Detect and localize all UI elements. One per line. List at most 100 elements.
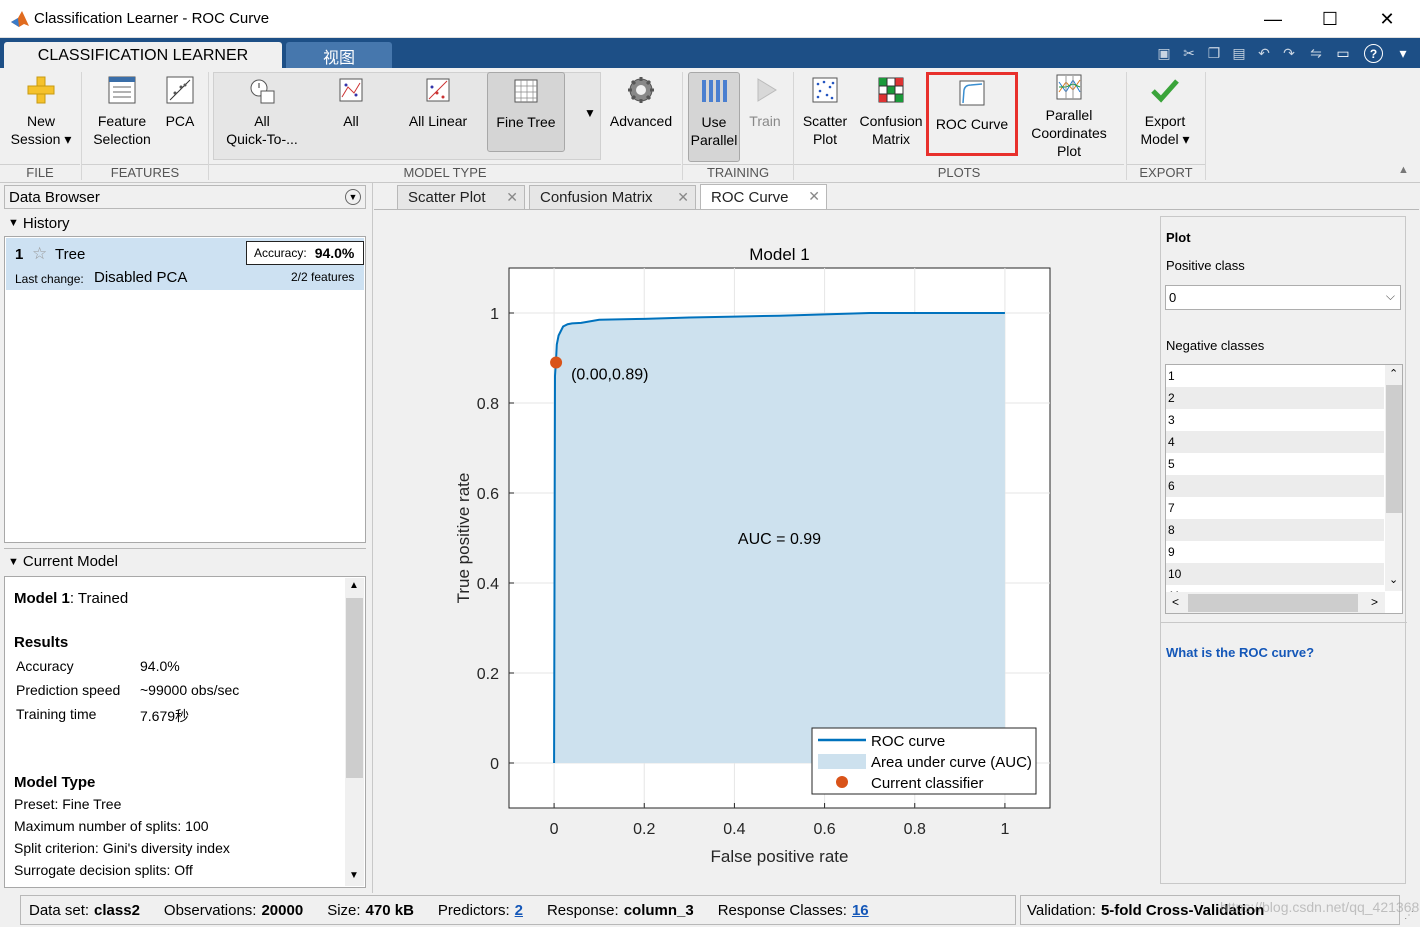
plot-heading: Plot xyxy=(1166,230,1191,245)
train-button[interactable]: Train xyxy=(744,72,786,158)
layout-icon[interactable]: ▭ xyxy=(1334,44,1352,62)
x-tick-label: 0.2 xyxy=(633,821,655,838)
all-linear-icon xyxy=(420,72,456,108)
roc-help-link[interactable]: What is the ROC curve? xyxy=(1166,645,1314,660)
close-tab-icon[interactable]: ✕ xyxy=(506,189,518,206)
positive-class-select[interactable]: 0 ⌵ xyxy=(1165,285,1401,310)
x-tick-label: 0.8 xyxy=(904,821,926,838)
model-name: Tree xyxy=(55,246,86,263)
fine-tree-button[interactable]: Fine Tree xyxy=(487,72,565,152)
advanced-button[interactable]: Advanced xyxy=(606,72,676,158)
tab-classification-learner[interactable]: CLASSIFICATION LEARNER xyxy=(4,42,282,69)
horizontal-scrollbar[interactable]: < > xyxy=(1166,592,1385,613)
undo-icon[interactable]: ↶ xyxy=(1255,44,1273,62)
negative-class-item[interactable]: 9 xyxy=(1166,541,1384,563)
y-tick-label: 0 xyxy=(490,756,499,773)
tab-scatter-plot[interactable]: Scatter Plot ✕ xyxy=(397,185,525,209)
negative-class-item[interactable]: 6 xyxy=(1166,475,1384,497)
all-button[interactable]: All xyxy=(318,72,384,158)
list-scrollbar[interactable]: ⌃ ⌄ xyxy=(1385,365,1402,591)
cut-icon[interactable]: ✂ xyxy=(1180,44,1198,62)
history-item[interactable]: 1 ☆ Tree Accuracy: 94.0% Last change: Di… xyxy=(6,238,364,290)
export-model-button[interactable]: Export Model ▾ xyxy=(1130,72,1200,158)
scroll-down-icon[interactable]: ⌄ xyxy=(1389,573,1398,586)
close-tab-icon[interactable]: ✕ xyxy=(808,188,820,205)
parallel-icon xyxy=(696,73,732,109)
use-parallel-label-2: Parallel xyxy=(690,132,738,148)
negative-class-item[interactable]: 2 xyxy=(1166,387,1384,409)
minimize-button[interactable]: — xyxy=(1244,0,1302,38)
x-tick-label: 1 xyxy=(1000,821,1009,838)
x-tick-label: 0.6 xyxy=(813,821,835,838)
all-linear-button[interactable]: All Linear xyxy=(396,72,480,158)
current-model-header[interactable]: ▼ Current Model xyxy=(4,548,366,574)
scroll-up-icon[interactable]: ▲ xyxy=(349,580,359,591)
scatter-plot-button[interactable]: Scatter Plot xyxy=(798,72,852,158)
scroll-down-icon[interactable]: ▼ xyxy=(349,870,359,881)
export-model-label-2: Model ▾ xyxy=(1140,131,1190,147)
history-label: History xyxy=(22,214,70,232)
feature-selection-button[interactable]: Feature Selection xyxy=(88,72,156,158)
close-button[interactable]: ✕ xyxy=(1358,0,1416,38)
scroll-thumb[interactable] xyxy=(346,598,363,778)
legend-entry: Current classifier xyxy=(871,775,984,792)
negative-class-item[interactable]: 7 xyxy=(1166,497,1384,519)
negative-classes-list[interactable]: 1234567891011 ⌃ ⌄ < > xyxy=(1165,364,1403,614)
copy-icon[interactable]: ❐ xyxy=(1205,44,1223,62)
chart-title: Model 1 xyxy=(749,245,809,264)
roc-curve-button[interactable]: ROC Curve xyxy=(926,72,1018,156)
current-point-label: (0.00,0.89) xyxy=(571,367,648,384)
vertical-scrollbar[interactable]: ▲ ▼ xyxy=(345,578,364,886)
predictors-link[interactable]: 2 xyxy=(515,902,523,919)
tab-confusion-matrix[interactable]: Confusion Matrix ✕ xyxy=(529,185,696,209)
collapse-icon[interactable]: ▲ xyxy=(1398,164,1416,178)
resize-grip-icon[interactable]: ⋰ xyxy=(1404,910,1414,921)
close-tab-icon[interactable]: ✕ xyxy=(677,189,689,206)
switch-windows-icon[interactable]: ⇋ xyxy=(1307,44,1325,62)
size-label: Size: xyxy=(327,901,361,919)
use-parallel-button[interactable]: Use Parallel xyxy=(688,72,740,162)
accuracy-label: Accuracy: xyxy=(254,246,307,260)
tab-roc-curve[interactable]: ROC Curve ✕ xyxy=(700,184,827,210)
scroll-thumb[interactable] xyxy=(1188,594,1358,612)
pca-button[interactable]: PCA xyxy=(158,72,202,158)
paste-icon[interactable]: ▤ xyxy=(1230,44,1248,62)
tab-view[interactable]: 视图 xyxy=(286,42,392,69)
section-model-type: MODEL TYPE xyxy=(209,164,681,180)
current-classifier-point xyxy=(550,356,563,369)
star-icon[interactable]: ☆ xyxy=(32,244,47,264)
confusion-matrix-button[interactable]: Confusion Matrix xyxy=(858,72,924,158)
help-icon[interactable]: ? xyxy=(1364,44,1383,63)
validation-label: Validation: xyxy=(1027,901,1096,919)
title-bar: Classification Learner - ROC Curve — ☐ ✕ xyxy=(0,0,1420,38)
gallery-expand-icon[interactable]: ▼ xyxy=(582,106,598,120)
section-features: FEATURES xyxy=(82,164,208,180)
new-session-button[interactable]: New Session ▾ xyxy=(2,72,80,158)
y-tick-label: 1 xyxy=(490,306,499,323)
save-icon[interactable]: ▣ xyxy=(1155,44,1173,62)
result-speed-label: Prediction speed xyxy=(16,682,121,698)
scroll-up-icon[interactable]: ⌃ xyxy=(1389,367,1398,380)
redo-icon[interactable]: ↷ xyxy=(1280,44,1298,62)
panel-menu-icon[interactable]: ▼ xyxy=(345,189,361,205)
collapse-ribbon-icon[interactable]: ▾ xyxy=(1394,44,1412,62)
scroll-right-icon[interactable]: > xyxy=(1371,595,1378,609)
scroll-thumb[interactable] xyxy=(1386,385,1402,513)
negative-class-item[interactable]: 10 xyxy=(1166,563,1384,585)
all-linear-label: All Linear xyxy=(408,113,468,129)
parallel-coordinates-button[interactable]: Parallel Coordinates Plot xyxy=(1018,72,1120,159)
response-classes-link[interactable]: 16 xyxy=(852,902,869,919)
negative-class-item[interactable]: 3 xyxy=(1166,409,1384,431)
scroll-left-icon[interactable]: < xyxy=(1172,595,1179,609)
negative-class-item[interactable]: 1 xyxy=(1166,365,1384,387)
result-time-label: Training time xyxy=(16,706,97,722)
negative-class-item[interactable]: 8 xyxy=(1166,519,1384,541)
all-quick-to-train-button[interactable]: All Quick-To-... xyxy=(220,72,304,158)
history-header[interactable]: ▼ History xyxy=(4,211,366,235)
negative-class-item[interactable]: 4 xyxy=(1166,431,1384,453)
train-label: Train xyxy=(749,113,781,129)
y-tick-label: 0.2 xyxy=(477,666,499,683)
result-time-value: 7.679秒 xyxy=(140,708,190,724)
maximize-button[interactable]: ☐ xyxy=(1301,0,1359,38)
negative-class-item[interactable]: 5 xyxy=(1166,453,1384,475)
